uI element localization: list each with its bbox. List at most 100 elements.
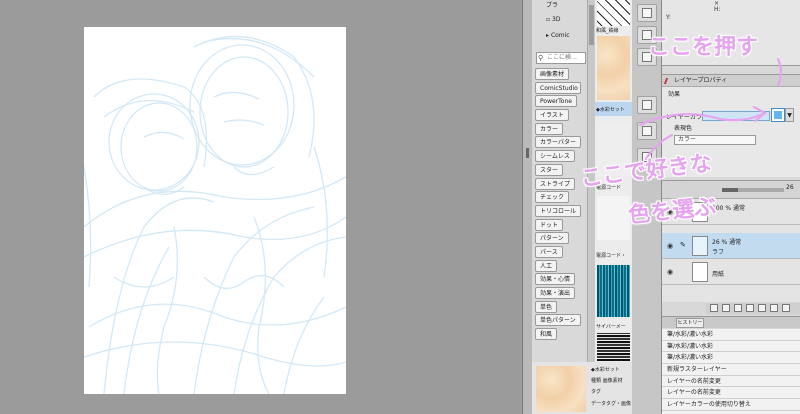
material-panel: ブラ ▫ 3D ▸ Comic ⚲ ここに検… 画像素材 ComicStudio …: [532, 0, 632, 414]
eye-icon[interactable]: ◉: [667, 242, 673, 250]
expression-color-label: 表現色: [674, 125, 693, 132]
tag-button[interactable]: ComicStudio: [535, 81, 581, 94]
delete-icon[interactable]: [782, 304, 790, 312]
drawing-paper[interactable]: [84, 27, 346, 394]
tree-item[interactable]: ▫ 3D: [532, 14, 584, 26]
panel-toggle-button[interactable]: [637, 26, 657, 44]
tree-item[interactable]: ▸ Comic: [532, 30, 584, 42]
material-label: 和風_鉄線: [596, 28, 619, 34]
tag-button[interactable]: カラーパター: [535, 136, 581, 149]
history-item[interactable]: 新規ラスターレイヤー: [662, 364, 800, 376]
material-thumbnail[interactable]: [597, 0, 630, 26]
history-item[interactable]: 筆/水彩/濃い水彩: [662, 329, 800, 341]
history-item[interactable]: レイヤーカラーの使用切り替え: [662, 399, 800, 411]
panel-splitter[interactable]: [522, 0, 532, 414]
layer-color-field[interactable]: [702, 111, 770, 121]
material-thumbnail[interactable]: [597, 36, 630, 100]
tag-button[interactable]: 効果・演出: [535, 287, 576, 299]
h-coordinate-label: H:: [714, 6, 721, 13]
layer-thumbnail: [692, 236, 708, 256]
panel-toggle-button[interactable]: [637, 48, 657, 66]
layer-color-dropdown[interactable]: ▼: [785, 108, 794, 122]
tag-button[interactable]: ストライプ: [535, 177, 576, 190]
layer-property-header: レイヤープロパティ: [662, 74, 800, 87]
material-thumbnail[interactable]: [597, 124, 630, 176]
history-item[interactable]: 筆/水彩/濃い水彩: [662, 352, 800, 365]
opacity-value: 26: [786, 184, 794, 191]
layer-color-button[interactable]: [771, 108, 785, 122]
tag-search-input[interactable]: ⚲ ここに検…: [536, 52, 586, 64]
material-thumbnail[interactable]: [597, 333, 630, 361]
tag-button[interactable]: ドット: [535, 218, 564, 231]
material-scrollbar[interactable]: [587, 0, 595, 414]
material-info-tag: タグ: [591, 389, 602, 395]
material-preview: [536, 366, 586, 412]
tag-button[interactable]: チェック: [535, 191, 570, 204]
material-info-datatag: データタグ・画像: [591, 401, 631, 407]
navigator-panel: H: Y: ×: [662, 0, 800, 66]
panel-icon: [642, 8, 652, 18]
new-folder-icon[interactable]: [734, 304, 742, 312]
mask-icon[interactable]: [746, 304, 754, 312]
tag-button[interactable]: 単色: [535, 300, 558, 313]
panel-toggle-button[interactable]: [637, 4, 657, 22]
material-thumbnail[interactable]: [597, 196, 630, 240]
layer-blend-label: 100 % 通常: [712, 205, 745, 212]
splitter-grip[interactable]: [526, 148, 529, 158]
eye-icon[interactable]: ◉: [667, 208, 673, 216]
history-item[interactable]: レイヤーの名前変更: [662, 387, 800, 400]
tag-button[interactable]: 単色パターン: [535, 314, 581, 327]
layer-list: ◉ 100 % 通常 ◉ ✎ 26 % 通常 ラフ ◉ 用紙: [662, 198, 800, 302]
panel-icon-strip: [632, 0, 662, 414]
tag-button[interactable]: パターン: [535, 232, 569, 245]
scrollbar-thumb[interactable]: [589, 5, 594, 45]
layer-row[interactable]: ◉ ✎ 26 % 通常 ラフ: [662, 233, 800, 259]
tag-button[interactable]: シームレス: [535, 150, 575, 163]
opacity-slider[interactable]: [722, 188, 784, 192]
opacity-slider-fill: [722, 188, 739, 192]
panel-toggle-button[interactable]: [637, 148, 657, 166]
tab-history[interactable]: ヒストリー: [676, 318, 704, 328]
panel-toggle-button[interactable]: [637, 122, 657, 140]
layer-row[interactable]: ◉ 用紙: [662, 259, 800, 285]
history-item[interactable]: レイヤーの名前変更: [662, 376, 800, 388]
y-coordinate-label: Y:: [666, 14, 671, 21]
search-icon: ⚲: [538, 54, 544, 62]
right-panels: H: Y: × レイヤープロパティ 効果 レイヤーカラー ▼ 表現色 カラー 2…: [662, 0, 800, 414]
new-vector-icon[interactable]: [722, 304, 730, 312]
color-swatch-icon: [774, 111, 782, 119]
tag-button[interactable]: 効果・心情: [535, 273, 576, 286]
tag-button[interactable]: トリコロール: [535, 204, 581, 217]
layer-name-label: ラフ: [712, 249, 725, 256]
panel-toggle-button[interactable]: [637, 96, 657, 114]
panel-icon: [642, 152, 652, 162]
layer-blend-label: 26 % 通常: [712, 239, 742, 246]
layer-property-panel: 効果 レイヤーカラー ▼ 表現色 カラー: [662, 87, 800, 177]
tag-button[interactable]: スター: [535, 163, 564, 176]
canvas-area[interactable]: [0, 0, 522, 414]
material-label: 電源コード: [596, 185, 622, 191]
panel-icon: [642, 52, 652, 62]
panel-icon: [642, 126, 652, 136]
material-info-name: ◆水彩セット: [591, 367, 620, 373]
tag-button[interactable]: PowerTone: [535, 95, 577, 108]
cube-icon: ▫: [546, 16, 551, 23]
tag-button[interactable]: パース: [535, 245, 563, 258]
chevron-down-icon: ▼: [787, 112, 792, 119]
tag-button[interactable]: カラー: [535, 122, 564, 135]
merge-icon[interactable]: [770, 304, 778, 312]
expression-color-select[interactable]: カラー: [674, 135, 756, 145]
tag-button[interactable]: 和風: [535, 328, 558, 341]
clip-icon[interactable]: [758, 304, 766, 312]
tag-button[interactable]: 人工: [535, 259, 558, 272]
panel-icon: [642, 30, 652, 40]
tree-item[interactable]: ブラ: [532, 0, 584, 12]
material-label: 電源コード・: [596, 253, 627, 259]
eye-icon[interactable]: ◉: [667, 268, 673, 276]
new-layer-icon[interactable]: [710, 304, 718, 312]
material-thumbnail[interactable]: [597, 265, 630, 317]
history-item[interactable]: 筆/水彩/濃い水彩: [662, 341, 800, 353]
tag-button[interactable]: イラスト: [535, 109, 569, 122]
tag-button[interactable]: 画像素材: [535, 68, 570, 80]
layer-row[interactable]: ◉ 100 % 通常: [662, 199, 800, 225]
